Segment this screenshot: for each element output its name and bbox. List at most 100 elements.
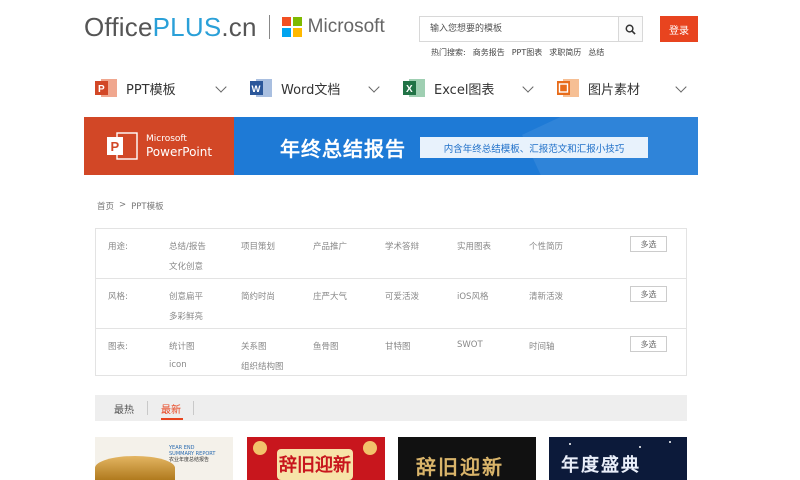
hot-search-link[interactable]: 商务报告: [473, 47, 505, 58]
filter-panel: 用途: 总结/报告 项目策划 产品推广 学术答辩 实用图表 个性简历 文化创意 …: [95, 228, 687, 376]
search-bar: [419, 16, 643, 42]
category-label: Excel图表: [434, 82, 495, 98]
thumbnail-title: 年度盛典: [561, 455, 641, 476]
banner-subtitle: 内含年终总结模板、汇报范文和汇报小技巧: [420, 137, 648, 158]
breadcrumb-separator: >: [119, 200, 127, 210]
promo-banner[interactable]: P Microsoft PowerPoint 年终总结报告 内含年终总结模板、汇…: [84, 117, 698, 175]
template-thumbnail[interactable]: 年度盛典: [549, 437, 687, 480]
category-label: PPT模板: [126, 82, 176, 98]
filter-option[interactable]: 创意扁平: [169, 290, 203, 302]
brand-line-2: PowerPoint: [146, 144, 213, 159]
sort-tabs: 最热 最新: [95, 395, 687, 421]
banner-content: 年终总结报告 内含年终总结模板、汇报范文和汇报小技巧: [234, 117, 698, 175]
hot-search-link[interactable]: 求职简历: [549, 47, 581, 58]
filter-option[interactable]: 实用图表: [457, 240, 491, 252]
thumbnail-caption: YEAR END SUMMARY REPORT 农业年度总结报告: [169, 445, 216, 463]
filter-row-chart: 图表: 统计图 关系图 鱼骨图 甘特图 SWOT 时间轴 icon 组织结构图 …: [96, 328, 686, 376]
svg-text:X: X: [406, 84, 413, 95]
filter-option[interactable]: 学术答辩: [385, 240, 419, 252]
tab-divider: [193, 401, 194, 415]
search-input[interactable]: [420, 17, 618, 41]
filter-option[interactable]: 统计图: [169, 340, 195, 352]
svg-text:P: P: [98, 84, 105, 95]
login-button[interactable]: 登录: [660, 16, 698, 42]
multi-select-button[interactable]: 多选: [630, 286, 667, 302]
powerpoint-brand: P Microsoft PowerPoint: [84, 117, 234, 175]
wheat-field-image: [95, 456, 175, 480]
svg-text:P: P: [111, 139, 120, 154]
chevron-down-icon[interactable]: [522, 81, 534, 93]
filter-option[interactable]: icon: [169, 360, 187, 370]
banner-title: 年终总结报告: [280, 137, 406, 161]
chevron-down-icon[interactable]: [215, 81, 227, 93]
microsoft-label: Microsoft: [307, 16, 385, 37]
svg-text:W: W: [252, 84, 261, 95]
filter-option[interactable]: 总结/报告: [169, 240, 206, 252]
thumbnail-title: 辞旧迎新: [416, 455, 504, 479]
word-icon: W: [249, 76, 273, 100]
breadcrumb-current: PPT模板: [131, 202, 164, 212]
powerpoint-icon: P: [94, 76, 118, 100]
search-icon: [625, 24, 636, 35]
category-excel[interactable]: X Excel图表: [402, 74, 494, 102]
filter-option[interactable]: 时间轴: [529, 340, 555, 352]
category-label: 图片素材: [588, 82, 641, 98]
image-icon: [556, 76, 580, 100]
filter-option[interactable]: 多彩鲜亮: [169, 310, 203, 322]
filter-label: 用途:: [108, 242, 128, 252]
chevron-down-icon[interactable]: [675, 81, 687, 93]
logo-text: OfficePLUS.cn: [84, 11, 257, 42]
tab-hottest[interactable]: 最热: [114, 395, 134, 421]
star-decoration: [639, 446, 641, 448]
brand-line-1: Microsoft: [146, 133, 187, 144]
breadcrumb: 首页 > PPT模板: [97, 200, 164, 212]
filter-label: 图表:: [108, 342, 128, 352]
hot-search-link[interactable]: PPT图表: [512, 47, 543, 58]
filter-option[interactable]: SWOT: [457, 340, 483, 350]
filter-option[interactable]: 关系图: [241, 340, 267, 352]
filter-option[interactable]: 组织结构图: [241, 360, 284, 372]
filter-option[interactable]: iOS风格: [457, 290, 488, 302]
filter-option[interactable]: 文化创意: [169, 260, 203, 272]
logo-divider: [268, 15, 270, 39]
filter-option[interactable]: 项目策划: [241, 240, 275, 252]
template-thumbnail[interactable]: 辞旧迎新: [398, 437, 536, 480]
category-word[interactable]: W Word文档: [249, 74, 340, 102]
filter-row-purpose: 用途: 总结/报告 项目策划 产品推广 学术答辩 实用图表 个性简历 文化创意 …: [96, 229, 686, 278]
star-decoration: [669, 441, 671, 443]
multi-select-button[interactable]: 多选: [630, 336, 667, 352]
template-thumbnail[interactable]: 辞旧迎新: [247, 437, 385, 480]
thumbnail-title: 辞旧迎新: [277, 449, 353, 480]
filter-option[interactable]: 可爱活泼: [385, 290, 419, 302]
hot-search-link[interactable]: 总结: [588, 47, 604, 58]
category-images[interactable]: 图片素材: [556, 74, 640, 102]
filter-row-style: 风格: 创意扁平 简约时尚 庄严大气 可爱活泼 iOS风格 清新活泼 多彩鲜亮 …: [96, 278, 686, 328]
lantern-decoration: [253, 441, 267, 455]
filter-label: 风格:: [108, 292, 128, 302]
filter-option[interactable]: 鱼骨图: [313, 340, 339, 352]
search-button[interactable]: [618, 17, 642, 41]
filter-option[interactable]: 简约时尚: [241, 290, 275, 302]
multi-select-button[interactable]: 多选: [630, 236, 667, 252]
category-nav: P PPT模板 W Word文档 X Excel图表 图片素材: [94, 74, 694, 102]
hot-searches-label: 热门搜索:: [431, 48, 466, 57]
star-decoration: [569, 443, 571, 445]
filter-option[interactable]: 个性简历: [529, 240, 563, 252]
breadcrumb-home[interactable]: 首页: [97, 200, 114, 212]
filter-option[interactable]: 甘特图: [385, 340, 411, 352]
tab-divider: [147, 401, 148, 415]
hot-searches: 热门搜索: 商务报告 PPT图表 求职简历 总结: [431, 47, 604, 58]
active-tab-indicator: [161, 418, 183, 420]
filter-option[interactable]: 产品推广: [313, 240, 347, 252]
powerpoint-logo-icon: P: [106, 131, 138, 161]
category-label: Word文档: [281, 82, 341, 98]
filter-option[interactable]: 清新活泼: [529, 290, 563, 302]
microsoft-logo-icon: [281, 17, 302, 37]
lantern-decoration: [363, 441, 377, 455]
chevron-down-icon[interactable]: [368, 81, 380, 93]
template-thumbnail[interactable]: YEAR END SUMMARY REPORT 农业年度总结报告: [95, 437, 233, 480]
site-logo[interactable]: OfficePLUS.cn Microsoft: [84, 12, 385, 42]
category-ppt[interactable]: P PPT模板: [94, 74, 176, 102]
excel-icon: X: [402, 76, 426, 100]
filter-option[interactable]: 庄严大气: [313, 290, 347, 302]
